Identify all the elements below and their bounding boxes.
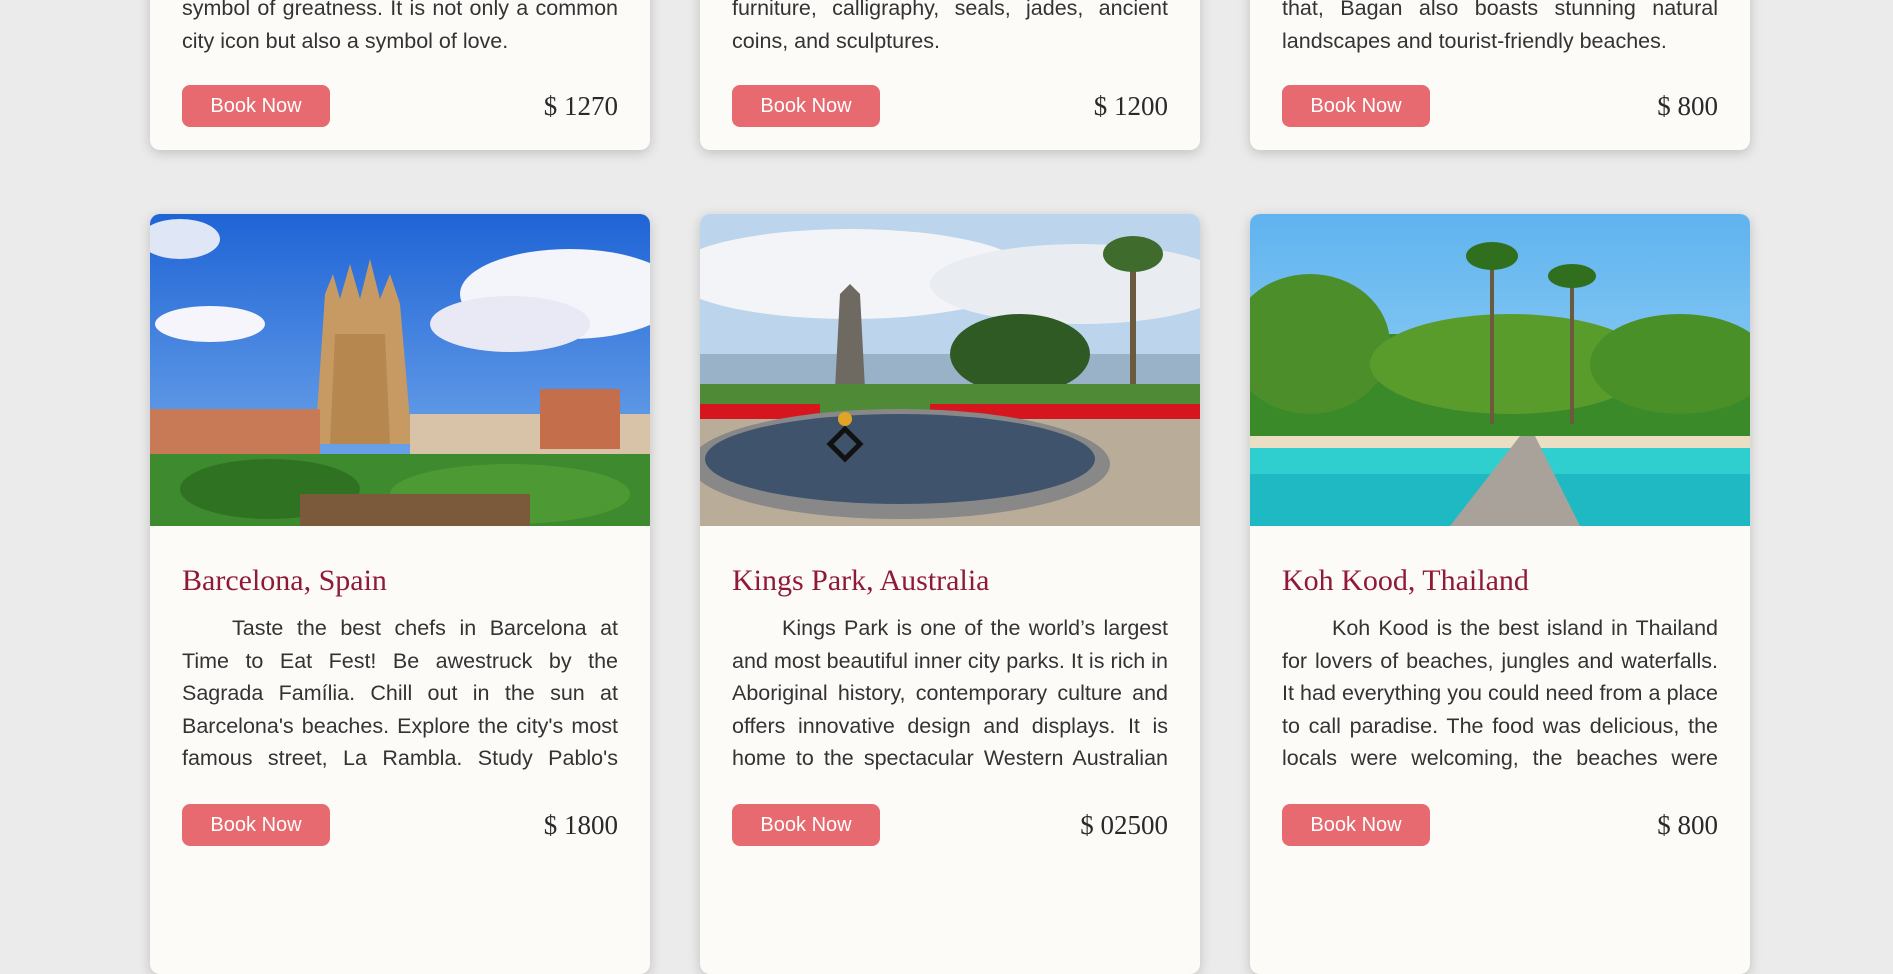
book-now-button[interactable]: Book Now: [182, 85, 330, 127]
card-price: $ 800: [1657, 809, 1718, 840]
card-description: that, Bagan also boasts stunning natural…: [1282, 0, 1718, 53]
destination-card-kings-park: Kings Park, Australia Kings Park is one …: [700, 214, 1200, 974]
card-description: Kings Park is one of the world’s largest…: [732, 616, 1168, 770]
destination-card: that, Bagan also boasts stunning natural…: [1250, 0, 1750, 150]
book-now-button[interactable]: Book Now: [1282, 85, 1430, 127]
card-price: $ 1270: [543, 90, 618, 121]
card-description: symbol of greatness. It is not only a co…: [182, 0, 618, 53]
barcelona-image: [150, 214, 650, 526]
card-title: Barcelona, Spain: [182, 564, 387, 597]
card-price: $ 1800: [543, 809, 618, 840]
destination-card-koh-kood: Koh Kood, Thailand Koh Kood is the best …: [1250, 214, 1750, 974]
card-description: furniture, calligraphy, seals, jades, an…: [732, 0, 1168, 53]
koh-kood-image: [1250, 214, 1750, 526]
card-description: Koh Kood is the best island in Thailand …: [1282, 616, 1718, 770]
card-title: Koh Kood, Thailand: [1282, 564, 1529, 597]
kings-park-illustration: [700, 214, 1200, 526]
card-price: $ 1200: [1093, 90, 1168, 121]
sagrada-familia-illustration: [150, 214, 650, 526]
koh-kood-illustration: [1250, 214, 1750, 526]
destination-card: symbol of greatness. It is not only a co…: [150, 0, 650, 150]
card-description: Taste the best chefs in Barcelona at Tim…: [182, 616, 618, 770]
book-now-button[interactable]: Book Now: [182, 804, 330, 846]
destination-card: furniture, calligraphy, seals, jades, an…: [700, 0, 1200, 150]
book-now-button[interactable]: Book Now: [1282, 804, 1430, 846]
kings-park-image: [700, 214, 1200, 526]
card-title: Kings Park, Australia: [732, 564, 990, 597]
book-now-button[interactable]: Book Now: [732, 85, 880, 127]
card-price: $ 02500: [1080, 809, 1168, 840]
book-now-button[interactable]: Book Now: [732, 804, 880, 846]
destination-card-barcelona: Barcelona, Spain Taste the best chefs in…: [150, 214, 650, 974]
card-price: $ 800: [1657, 90, 1718, 121]
